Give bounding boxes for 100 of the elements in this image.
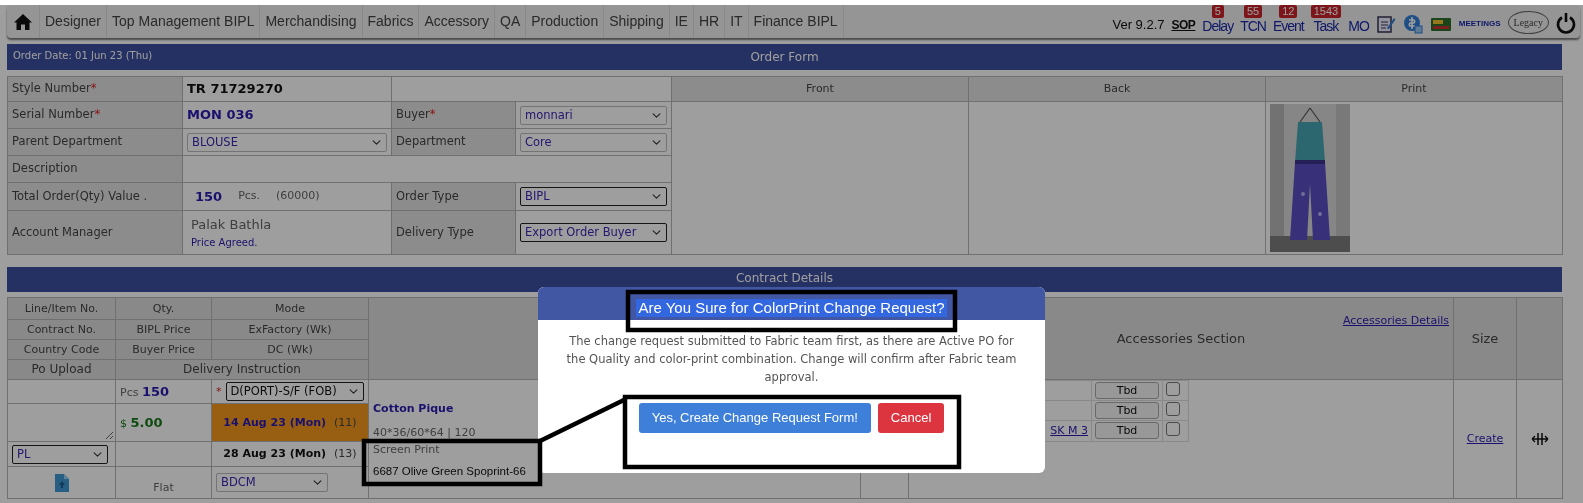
menu-item[interactable]: Finance BIPL bbox=[748, 5, 844, 38]
unit-text: Pcs. bbox=[238, 188, 261, 205]
menu-item[interactable]: Merchandising bbox=[260, 5, 363, 38]
field-label: Buyer bbox=[396, 107, 430, 122]
version-text: Ver 9.2.7 bbox=[1112, 15, 1165, 34]
column-header: Po Upload bbox=[31, 362, 92, 377]
dialog-message: The change request submitted to Fabric team first, as there are Active PO for the Quality and color-print combination. Change will confirm after Fabric team approval. bbox=[565, 333, 1018, 386]
currency-sign: $ bbox=[120, 416, 127, 430]
color-print-text: 6687 Olive Green Spoprint-66 bbox=[373, 465, 526, 477]
status-button[interactable]: Tbd bbox=[1095, 422, 1159, 440]
price-note: Price Agreed. bbox=[191, 235, 259, 250]
header-link[interactable]: Task bbox=[1313, 18, 1339, 34]
date-text: 28 Aug 23 (Mon) bbox=[223, 447, 327, 461]
section-title: Order Form bbox=[750, 49, 819, 66]
packing-text: Flat bbox=[153, 480, 174, 494]
accessories-link[interactable]: Accessories Details bbox=[1342, 314, 1449, 327]
header-link[interactable]: MO bbox=[1348, 18, 1369, 34]
field-label: Department bbox=[396, 134, 466, 149]
header-link[interactable]: TCN bbox=[1240, 18, 1266, 34]
menu-item[interactable]: Accessory bbox=[419, 5, 495, 38]
accessory-link[interactable]: SK M 3 bbox=[1050, 424, 1088, 438]
required-mark: * bbox=[94, 107, 101, 122]
required-mark: * bbox=[90, 81, 97, 96]
required-mark: * bbox=[216, 384, 222, 399]
checkbox[interactable] bbox=[1166, 402, 1180, 417]
order-value: (60000) bbox=[276, 188, 320, 205]
field-label: Style Number bbox=[12, 81, 91, 96]
field-label: Description bbox=[12, 161, 78, 176]
status-button[interactable]: Tbd bbox=[1095, 382, 1159, 400]
cancel-button[interactable]: Cancel bbox=[877, 403, 945, 433]
column-header: Qty. bbox=[152, 301, 175, 315]
column-header: Mode bbox=[275, 301, 305, 315]
delivery-instruction-select[interactable]: BDCM bbox=[216, 473, 328, 492]
column-header: BIPL Price bbox=[136, 322, 191, 336]
buyer-select[interactable]: monnari bbox=[520, 105, 667, 125]
week-count: (11) bbox=[334, 415, 357, 430]
serial-number-value: MON 036 bbox=[187, 107, 254, 123]
checkbox[interactable] bbox=[1166, 422, 1180, 437]
quantity-value: 150 bbox=[195, 187, 223, 206]
field-label: Order Type bbox=[396, 188, 459, 203]
menu-item[interactable]: Production bbox=[526, 5, 605, 38]
notepad-icon[interactable] bbox=[1375, 14, 1396, 34]
department-select[interactable]: Core bbox=[520, 132, 667, 152]
delivery-type-select[interactable]: Export Order Buyer bbox=[520, 223, 667, 242]
manager-name: Palak Bathla bbox=[191, 216, 273, 235]
mode-select[interactable]: D(PORT)-S/F (FOB) bbox=[225, 382, 364, 401]
sop-link[interactable]: SOP bbox=[1171, 16, 1196, 34]
status-button[interactable]: Tbd bbox=[1095, 402, 1159, 420]
header-link[interactable]: Delay bbox=[1202, 18, 1234, 34]
legacy-button[interactable]: Legacy bbox=[1507, 11, 1549, 34]
section-title: Accessories Section bbox=[1116, 331, 1246, 347]
power-icon[interactable] bbox=[1556, 12, 1576, 34]
create-link[interactable]: Create bbox=[1466, 432, 1504, 446]
style-number-value: TR 71729270 bbox=[187, 81, 283, 97]
required-mark: * bbox=[429, 107, 436, 122]
file-icon[interactable] bbox=[54, 473, 69, 492]
order-date-label: Order Date: bbox=[13, 50, 72, 61]
count-badge: 1543 bbox=[1310, 5, 1342, 18]
header-link[interactable]: Event bbox=[1272, 18, 1304, 34]
checkbox[interactable] bbox=[1166, 382, 1180, 396]
column-header: ExFactory (Wk) bbox=[248, 322, 332, 336]
price-value: 5.00 bbox=[130, 414, 163, 430]
field-label: Delivery Type bbox=[396, 224, 474, 239]
dialog-title: Are You Sure for ColorPrint Change Request? bbox=[636, 298, 947, 317]
date-text: 14 Aug 23 (Mon) bbox=[223, 415, 327, 430]
fabric-name: Cotton Pique bbox=[373, 402, 454, 415]
menu-item[interactable]: HR bbox=[693, 5, 726, 38]
section-title: Contract Details bbox=[735, 270, 833, 287]
column-header: Size bbox=[1471, 330, 1499, 346]
menu-item[interactable]: IT bbox=[725, 5, 749, 38]
order-date: 01 Jun 23 (Thu) bbox=[75, 50, 153, 61]
column-header: DC (Wk) bbox=[267, 342, 313, 356]
column-header: Contract No. bbox=[26, 322, 97, 336]
menu-item[interactable]: IE bbox=[669, 5, 694, 38]
field-label: Parent Department bbox=[12, 134, 123, 149]
coin-globe-icon[interactable] bbox=[1402, 14, 1423, 34]
construction-text: 40*36/60*64 | 120 bbox=[373, 426, 476, 439]
count-badge: 12 bbox=[1279, 5, 1298, 18]
column-header: Delivery Instruction bbox=[183, 362, 301, 377]
column-header: Country Code bbox=[23, 342, 100, 356]
column-header: Line/Item No. bbox=[24, 301, 99, 315]
resize-icon[interactable] bbox=[1530, 432, 1549, 446]
meetings-link[interactable]: MEETINGS bbox=[1458, 18, 1501, 30]
print-type: Screen Print bbox=[373, 443, 440, 456]
menu-item[interactable]: Shipping bbox=[604, 5, 670, 38]
menu-item[interactable]: Designer bbox=[40, 5, 108, 38]
column-header: Print bbox=[1401, 81, 1427, 95]
column-header: Back bbox=[1103, 81, 1131, 95]
quantity-value: 150 bbox=[141, 383, 170, 399]
count-badge: 55 bbox=[1243, 5, 1263, 18]
parent-department-select[interactable]: BLOUSE bbox=[187, 132, 387, 152]
order-type-select[interactable]: BIPL bbox=[520, 187, 667, 206]
menu-item[interactable]: Top Management BIPL bbox=[107, 5, 261, 38]
column-header: Front bbox=[806, 81, 834, 95]
menu-item[interactable]: QA bbox=[495, 5, 527, 38]
home-icon[interactable] bbox=[13, 12, 33, 31]
unit-text: Pcs bbox=[120, 385, 139, 399]
menu-item[interactable]: Fabrics bbox=[362, 5, 420, 38]
country-select[interactable]: PL bbox=[12, 444, 108, 464]
confirm-button[interactable]: Yes, Create Change Request Form! bbox=[638, 403, 871, 433]
